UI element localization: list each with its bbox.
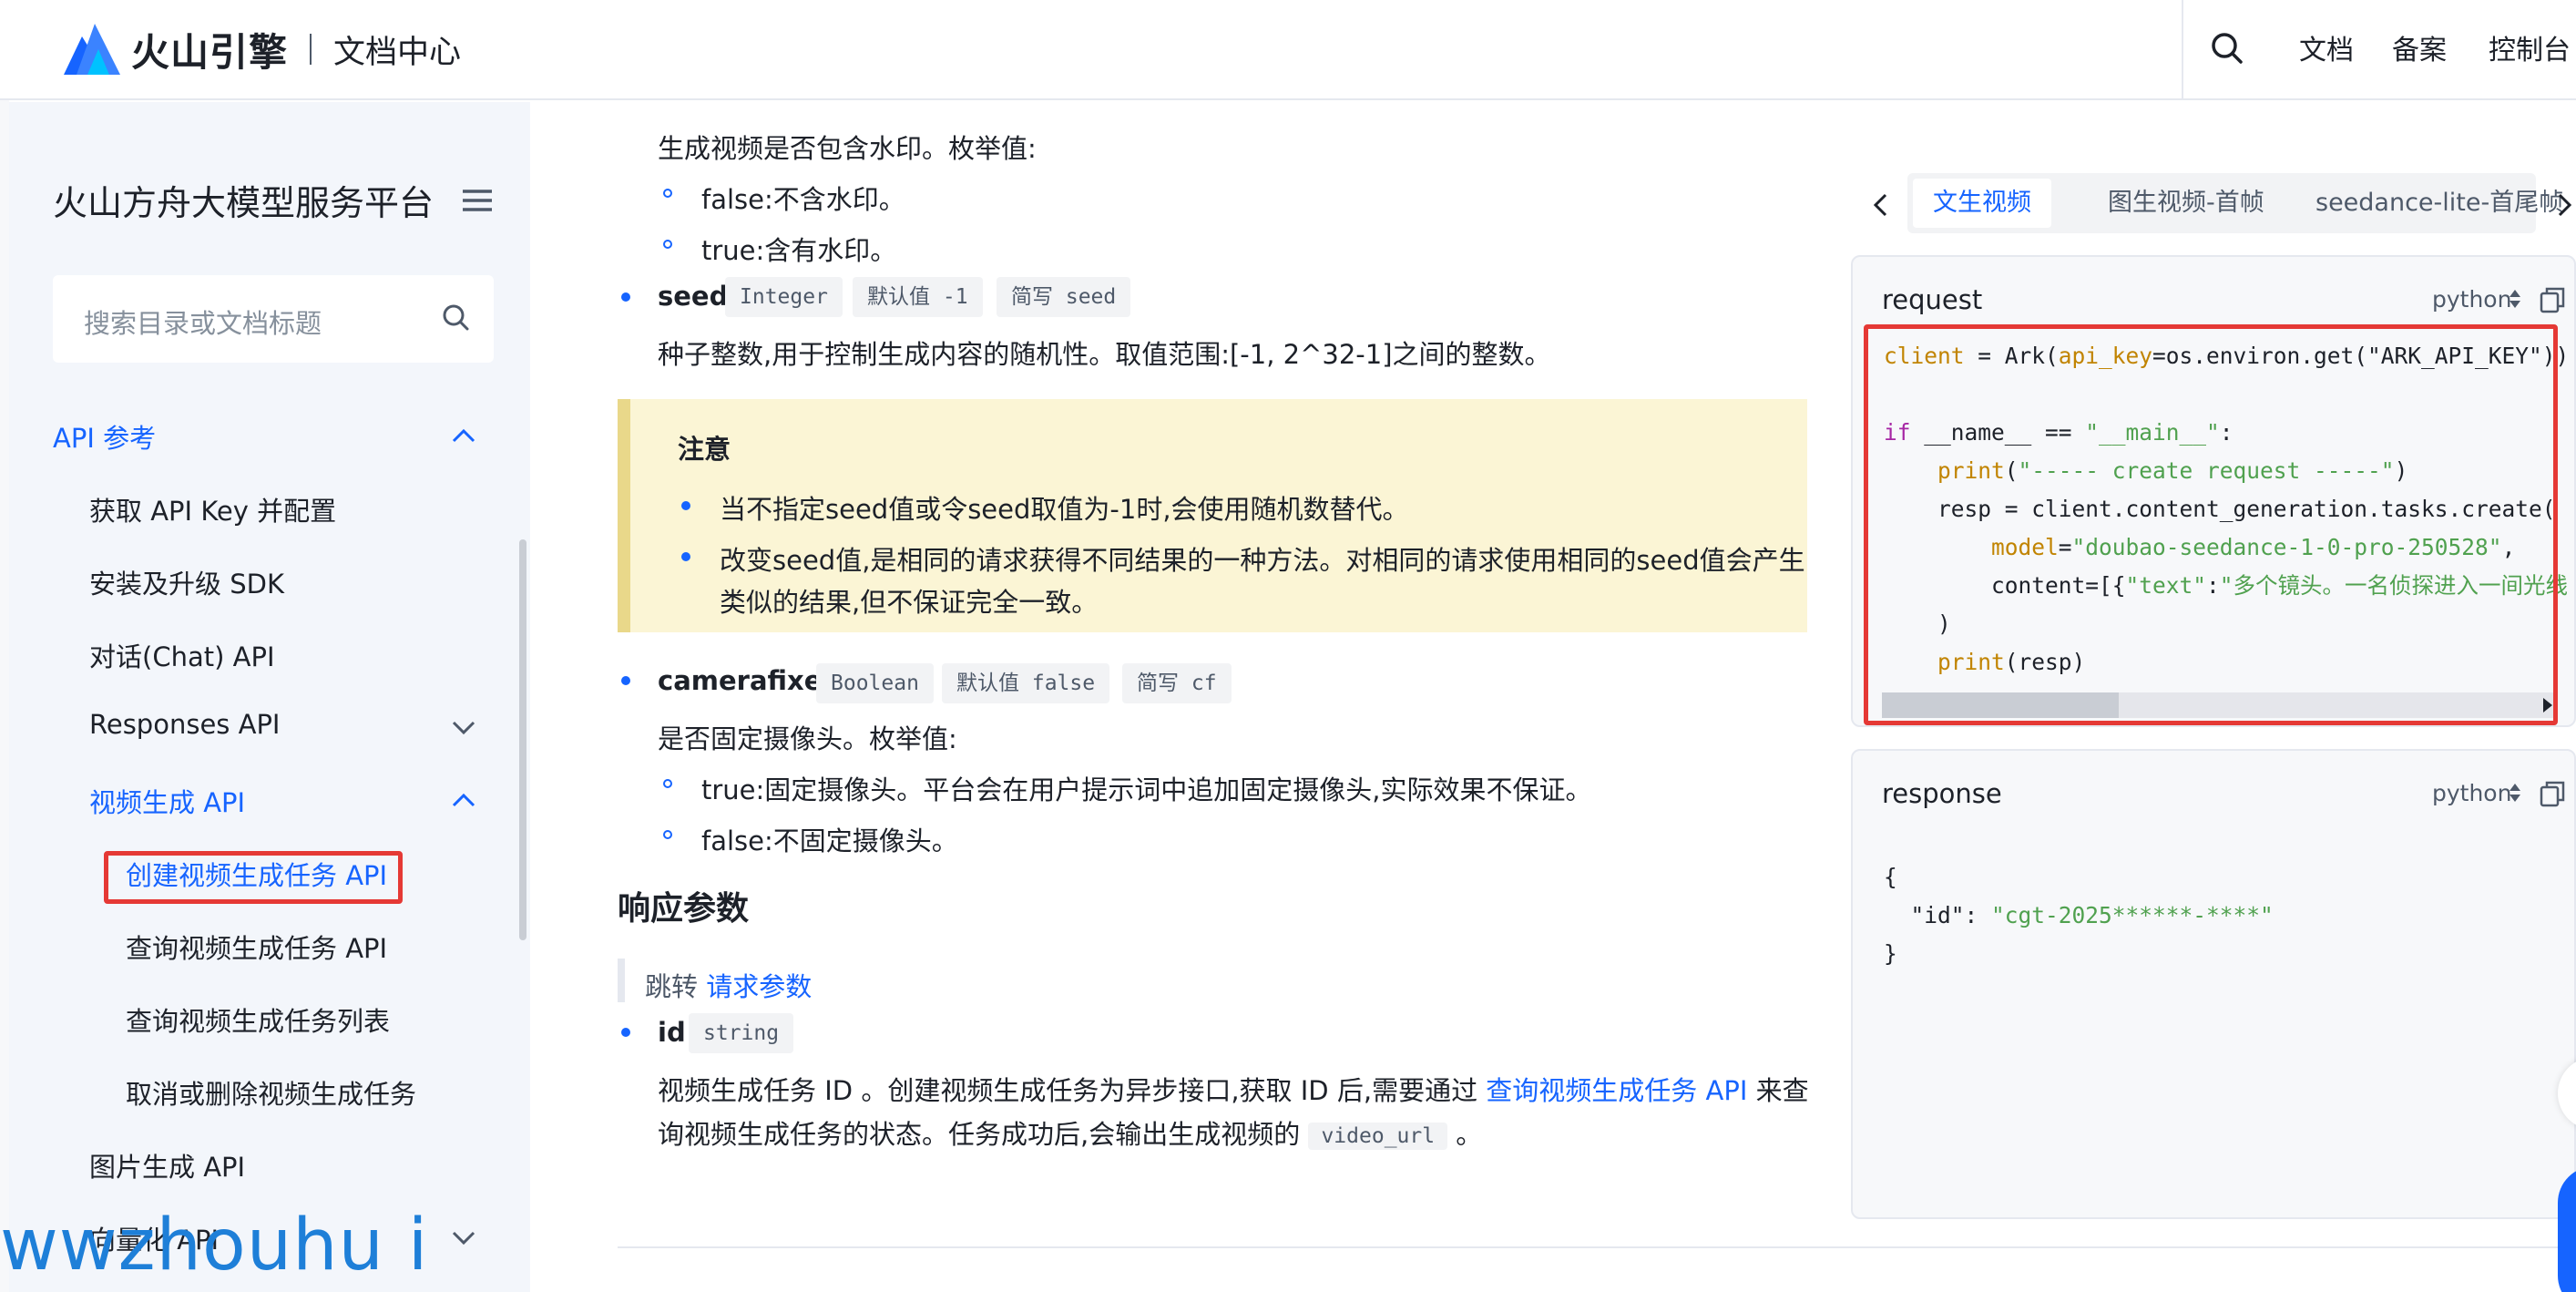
annotation-highlight-box [1864,324,2558,725]
quote-bar [618,959,625,1002]
param-alias-tag: 简写 seed [997,277,1131,317]
param-name-id: id [658,1017,686,1048]
content-divider [618,1246,2576,1248]
param-type-tag: Boolean [816,663,934,703]
nav-docs[interactable]: 文档 [2299,27,2354,67]
window-edge [0,0,9,1292]
search-icon[interactable] [439,301,474,335]
param-alias-tag: 简写 cf [1122,663,1232,703]
jump-text: 跳转 请求参数 [645,966,812,1004]
list-bullet [681,501,690,510]
response-code-block: { "id": "cgt-2025******-****" } [1884,864,2274,967]
list-bullet [663,189,672,198]
sidebar-item-get-api-key[interactable]: 获取 API Key 并配置 [89,490,336,528]
param-desc-id-line2: 询视频生成任务的状态。任务成功后,会输出生成视频的 video_url 。 [658,1113,1482,1152]
sidebar-search-placeholder: 搜索目录或文档标题 [84,308,322,339]
list-bullet [663,240,672,249]
note-item: 当不指定seed值或令seed取值为-1时,会使用随机数替代。 [720,494,1409,525]
sidebar-item-cancel-video-task[interactable]: 取消或删除视频生成任务 [126,1073,416,1112]
language-select[interactable]: python [2432,286,2511,313]
watermark-true: true:含有水印。 [701,235,897,266]
copy-icon[interactable] [2540,286,2565,313]
chevron-up-icon[interactable] [450,426,477,445]
sidebar-item-install-sdk[interactable]: 安装及升级 SDK [89,563,284,601]
inline-code-video-url: video_url [1308,1123,1448,1150]
sidebar: 火山方舟大模型服务平台 搜索目录或文档标题 API 参考 获取 API Key … [9,102,530,1292]
jump-prefix: 跳转 [645,971,699,1002]
note-callout: 注意 当不指定seed值或令seed取值为-1时,会使用随机数替代。 改变see… [618,399,1807,632]
brand-subtitle: 文档中心 [333,34,462,71]
note-item-continued: 类似的结果,但不保证完全一致。 [720,587,1099,618]
sidebar-search-input[interactable]: 搜索目录或文档标题 [53,275,494,363]
logo[interactable]: 火山引擎 文档中心 [64,22,461,77]
sidebar-scrollbar[interactable] [519,539,526,940]
sidebar-item-video-api[interactable]: 视频生成 API [89,782,245,820]
header-divider [2182,0,2183,100]
param-desc-id-line1: 视频生成任务 ID 。创建视频生成任务为异步接口,获取 ID 后,需要通过 查询… [658,1070,1809,1108]
annotation-highlight-box [104,851,403,904]
nav-filing[interactable]: 备案 [2392,27,2447,67]
code-tabs: 文生视频 图生视频-首帧 seedance-lite-首尾帧 [1867,173,2576,237]
desc-text: 视频生成任务 ID 。创建视频生成任务为异步接口,获取 ID 后,需要通过 [658,1075,1478,1106]
param-bullet [621,676,630,685]
jump-link-request-params[interactable]: 请求参数 [706,971,812,1002]
param-default-tag: 默认值 false [942,663,1110,703]
param-bullet [621,292,630,302]
camerafixed-true: true:固定摄像头。平台会在用户提示词中追加固定摄像头,实际效果不保证。 [701,774,1592,805]
param-name-camerafixed: camerafixed [658,665,842,696]
tab-image-to-video-first-frame[interactable]: 图生视频-首帧 [2088,179,2285,228]
top-header: 火山引擎 文档中心 文档 备案 控制台 [0,0,2576,100]
sidebar-item-query-video-task[interactable]: 查询视频生成任务 API [126,928,387,966]
chevron-left-icon[interactable] [1867,190,1895,220]
sort-icon[interactable] [2509,288,2521,310]
param-desc-seed: 种子整数,用于控制生成内容的随机性。取值范围:[-1, 2^32-1]之间的整数… [658,339,1551,370]
nav-console[interactable]: 控制台 [2489,27,2571,67]
list-bullet [663,779,672,788]
chevron-down-icon[interactable] [450,1228,477,1246]
sidebar-item-list-video-tasks[interactable]: 查询视频生成任务列表 [126,1000,390,1039]
brand-name: 火山引擎 [131,29,289,75]
copy-icon[interactable] [2540,780,2565,807]
param-default-tag: 默认值 -1 [853,277,983,317]
param-name-seed: seed [658,281,729,312]
brand-divider [310,34,312,65]
sidebar-item-api-reference[interactable]: API 参考 [53,417,156,456]
section-heading-response: 响应参数 [618,890,750,928]
param-bullet [621,1028,630,1037]
watermark-desc: 生成视频是否包含水印。枚举值: [658,133,1037,164]
request-label: request [1882,284,1983,315]
tab-text-to-video[interactable]: 文生视频 [1913,179,2051,228]
volcano-logo-icon [64,24,120,75]
sidebar-item-responses-api[interactable]: Responses API [89,709,281,740]
note-title: 注意 [678,434,731,465]
list-bullet [681,552,690,561]
chevron-down-icon[interactable] [450,718,477,736]
param-desc-camerafixed: 是否固定摄像头。枚举值: [658,723,957,754]
link-query-video-task-api[interactable]: 查询视频生成任务 API [1486,1075,1747,1106]
desc-text: 来查 [1755,1075,1809,1106]
list-bullet [663,830,672,839]
watermark-false: false:不含水印。 [701,184,905,215]
search-icon[interactable] [2204,26,2252,73]
param-type-tag: string [689,1013,794,1053]
response-code-card: response python { "id": "cgt-2025******-… [1851,749,2576,1219]
tab-list: 文生视频 图生视频-首帧 seedance-lite-首尾帧 [1907,173,2563,233]
chevron-up-icon[interactable] [450,791,477,809]
sort-icon[interactable] [2509,782,2521,804]
note-item: 改变seed值,是相同的请求获得不同结果的一种方法。对相同的请求使用相同的see… [720,545,1805,576]
desc-text: 询视频生成任务的状态。任务成功后,会输出生成视频的 [658,1119,1301,1150]
sidebar-item-image-api[interactable]: 图片生成 API [89,1146,245,1184]
chevron-right-icon[interactable] [2550,190,2576,220]
desc-text: 。 [1456,1119,1483,1150]
language-select[interactable]: python [2432,780,2511,806]
tab-seedance-lite-first-last-frame[interactable]: seedance-lite-首尾帧 [2295,179,2576,228]
sidebar-title: 火山方舟大模型服务平台 [53,183,434,223]
watermark-text: wwzhouhu i [0,1205,429,1287]
menu-icon[interactable] [459,184,496,217]
camerafixed-false: false:不固定摄像头。 [701,825,958,856]
response-label: response [1882,778,2002,809]
sidebar-item-chat-api[interactable]: 对话(Chat) API [89,636,275,674]
param-type-tag: Integer [725,277,843,317]
